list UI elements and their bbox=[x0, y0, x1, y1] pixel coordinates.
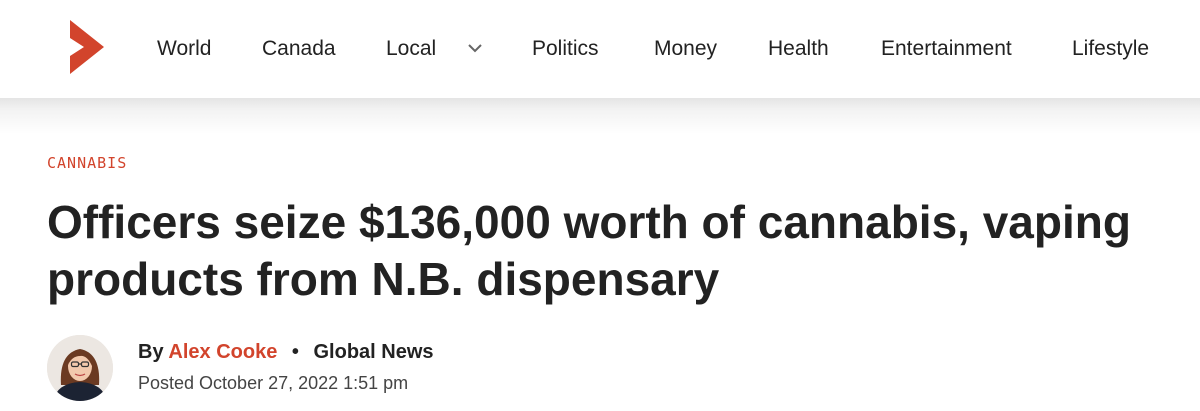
nav-item-canada[interactable]: Canada bbox=[262, 35, 336, 63]
nav-item-money[interactable]: Money bbox=[654, 35, 717, 63]
chevron-logo-icon[interactable] bbox=[66, 20, 104, 74]
byline: By Alex Cooke • Global News bbox=[138, 339, 434, 365]
headline: Officers seize $136,000 worth of cannabi… bbox=[47, 196, 1131, 305]
top-navigation: World Canada Local Politics Money Health… bbox=[0, 0, 1200, 98]
header-shadow bbox=[0, 98, 1200, 134]
nav-item-local[interactable]: Local bbox=[386, 35, 436, 63]
author-photo bbox=[47, 335, 113, 401]
byline-separator: • bbox=[291, 341, 299, 363]
chevron-down-icon[interactable] bbox=[466, 40, 484, 56]
outlet-name: Global News bbox=[313, 341, 434, 363]
category-tag[interactable]: CANNABIS bbox=[47, 154, 127, 172]
nav-item-lifestyle[interactable]: Lifestyle bbox=[1072, 35, 1149, 63]
nav-item-health[interactable]: Health bbox=[768, 35, 829, 63]
nav-item-entertainment[interactable]: Entertainment bbox=[881, 35, 1012, 63]
nav-item-politics[interactable]: Politics bbox=[532, 35, 599, 63]
nav-item-world[interactable]: World bbox=[157, 35, 211, 63]
author-link[interactable]: Alex Cooke bbox=[168, 341, 277, 363]
byline-prefix: By bbox=[138, 341, 164, 363]
posted-timestamp: Posted October 27, 2022 1:51 pm bbox=[138, 373, 409, 393]
author-avatar[interactable] bbox=[47, 335, 113, 401]
